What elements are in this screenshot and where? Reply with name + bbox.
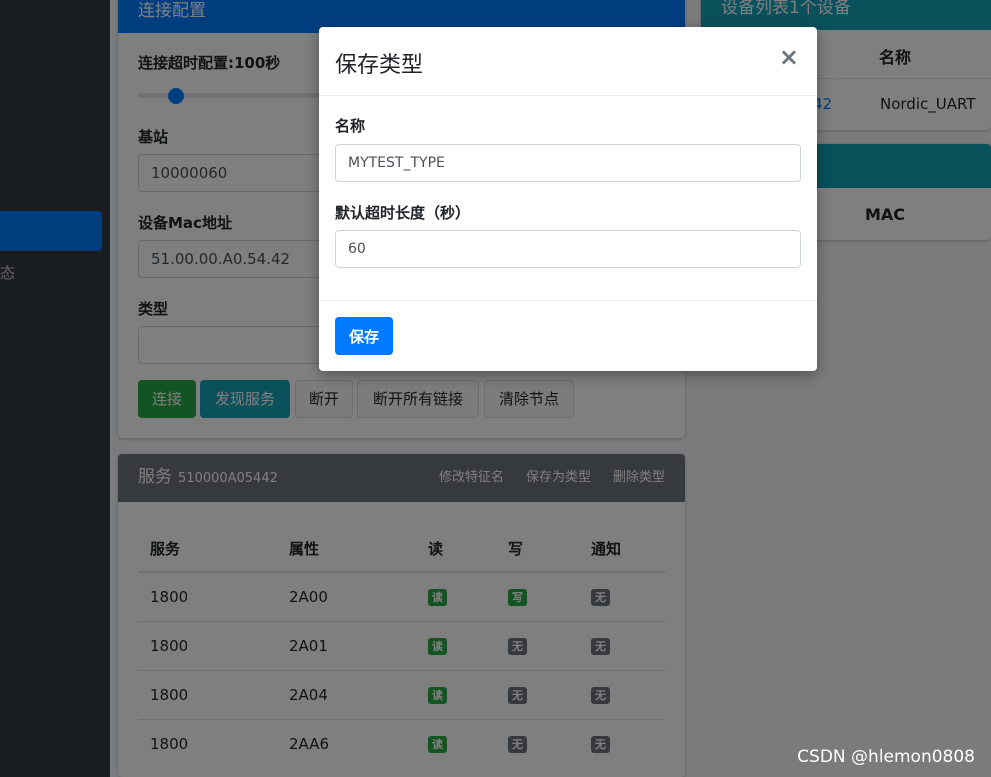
modal-body: 名称 默认超时长度（秒） [319,96,817,300]
default-timeout-input[interactable] [335,230,801,268]
modal-header: 保存类型 × [319,27,817,96]
type-name-label: 名称 [335,117,366,135]
modal-footer: 保存 [319,300,817,371]
modal-title: 保存类型 [335,53,424,78]
save-type-modal: 保存类型 × 名称 默认超时长度（秒） 保存 [319,27,817,371]
save-button[interactable]: 保存 [335,317,393,355]
close-icon[interactable]: × [779,45,799,69]
type-name-input[interactable] [335,144,801,182]
default-timeout-label: 默认超时长度（秒） [335,204,471,222]
watermark: CSDN @hlemon0808 [797,747,975,767]
